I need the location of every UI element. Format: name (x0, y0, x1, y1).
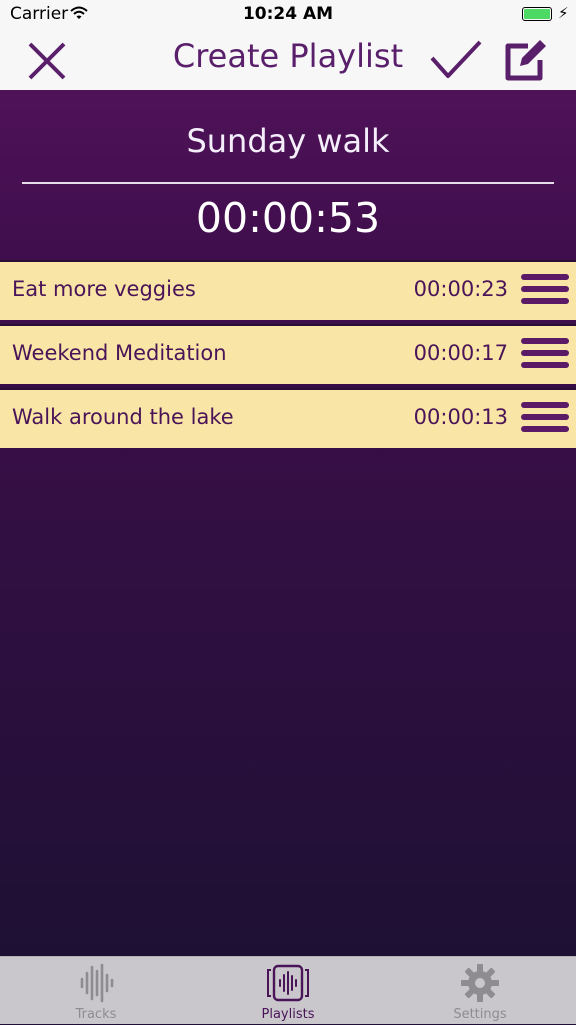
playlist-icon (267, 964, 309, 1002)
track-list: Eat more veggies 00:00:23 Weekend Medita… (0, 260, 576, 956)
checkmark-icon (430, 40, 482, 78)
navigation-bar: Create Playlist (0, 30, 576, 90)
tab-tracks-label: Tracks (75, 1007, 117, 1022)
drag-handle-icon[interactable] (521, 274, 569, 310)
battery-fill (524, 9, 550, 19)
tab-settings[interactable]: Settings (384, 957, 576, 1025)
tab-bar: Tracks Playlists Settings (0, 956, 576, 1024)
tab-settings-label: Settings (453, 1007, 507, 1022)
edit-button[interactable] (502, 34, 550, 84)
track-duration: 00:00:17 (413, 341, 508, 365)
drag-handle-icon[interactable] (521, 338, 569, 374)
tab-tracks[interactable]: Tracks (0, 957, 192, 1025)
page-title: Create Playlist (172, 37, 404, 75)
track-row[interactable]: Weekend Meditation 00:00:17 (0, 326, 576, 384)
waveform-icon (80, 963, 114, 1003)
track-row[interactable]: Eat more veggies 00:00:23 (0, 262, 576, 320)
playlist-name[interactable]: Sunday walk (0, 122, 576, 160)
track-title: Walk around the lake (12, 405, 234, 429)
status-bar: Carrier 10:24 AM ⚡ (0, 0, 576, 30)
track-row[interactable]: Walk around the lake 00:00:13 (0, 390, 576, 448)
track-duration: 00:00:23 (413, 277, 508, 301)
drag-handle-icon[interactable] (521, 402, 569, 438)
tab-playlists-label: Playlists (261, 1007, 315, 1022)
tab-playlists[interactable]: Playlists (192, 957, 384, 1025)
charging-icon: ⚡ (558, 4, 569, 22)
edit-icon (505, 40, 546, 81)
header-divider (22, 182, 554, 184)
status-time: 10:24 AM (242, 4, 334, 24)
track-title: Weekend Meditation (12, 341, 227, 365)
confirm-button[interactable] (428, 36, 484, 84)
track-duration: 00:00:13 (413, 405, 508, 429)
gear-icon (461, 964, 499, 1002)
playlist-total-duration: 00:00:53 (195, 194, 381, 242)
battery-icon (522, 7, 552, 21)
playlist-header: Sunday walk 00:00:53 (0, 90, 576, 260)
track-title: Eat more veggies (12, 277, 196, 301)
